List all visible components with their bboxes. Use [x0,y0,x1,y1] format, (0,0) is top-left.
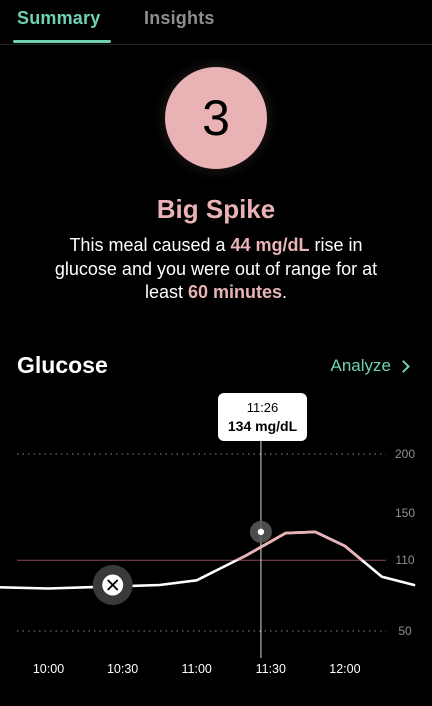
tooltip-value: 134 mg/dL [227,418,298,434]
value-tooltip: 11:26 134 mg/dL [218,393,307,441]
y-tick-label: 110 [395,553,414,567]
x-tick-label: 11:00 [182,662,212,676]
tooltip-time: 11:26 [246,400,279,415]
y-tick-label: 200 [395,447,415,461]
x-tick-label: 10:30 [107,662,138,676]
y-tick-label: 50 [398,624,412,638]
y-tick-label: 150 [395,506,415,520]
glucose-chart[interactable]: 200 150 110 50 10:00 10:30 11:00 11:30 12:00 [0,0,432,706]
x-tick-label: 10:00 [33,662,64,676]
x-tick-label: 11:30 [256,662,286,676]
x-tick-label: 12:00 [329,662,360,676]
selected-point [257,528,265,536]
